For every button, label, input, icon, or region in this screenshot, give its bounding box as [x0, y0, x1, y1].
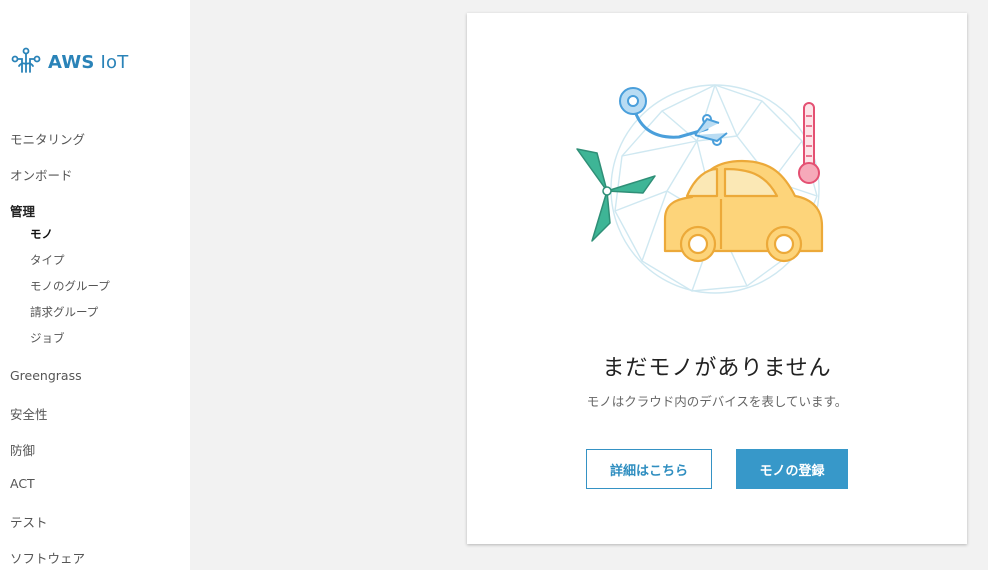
- empty-state-subtitle: モノはクラウド内のデバイスを表しています。: [586, 394, 848, 409]
- learn-more-button[interactable]: 詳細はこちら: [586, 449, 712, 489]
- nav-defend[interactable]: 防御: [10, 440, 35, 459]
- brand-name: AWS IoT: [48, 51, 129, 73]
- nav-sub-types[interactable]: タイプ: [30, 252, 65, 268]
- nav-sub-things[interactable]: モノ: [30, 226, 53, 242]
- nav-sub-jobs[interactable]: ジョブ: [30, 330, 65, 346]
- nav-act[interactable]: ACT: [10, 476, 35, 491]
- aws-iot-logo-icon: [10, 46, 42, 78]
- brand[interactable]: AWS IoT: [10, 46, 128, 78]
- iot-things-illustration-icon: [567, 71, 837, 305]
- nav-software[interactable]: ソフトウェア: [10, 548, 85, 567]
- nav-onboard[interactable]: オンボード: [10, 165, 73, 184]
- nav-monitoring[interactable]: モニタリング: [10, 129, 85, 148]
- empty-state-card: まだモノがありません モノはクラウド内のデバイスを表しています。 詳細はこちら …: [467, 13, 967, 544]
- nav-test[interactable]: テスト: [10, 512, 48, 531]
- nav-greengrass[interactable]: Greengrass: [10, 368, 82, 383]
- nav-manage[interactable]: 管理: [10, 201, 35, 220]
- sidebar: AWS IoT モニタリング オンボード 管理 モノ タイプ モノのグループ 請…: [0, 0, 190, 570]
- nav-security[interactable]: 安全性: [10, 404, 48, 423]
- nav-sub-billing-groups[interactable]: 請求グループ: [30, 304, 98, 320]
- nav-sub-thing-groups[interactable]: モノのグループ: [30, 278, 110, 294]
- empty-state-title: まだモノがありません: [602, 356, 832, 381]
- register-thing-button[interactable]: モノの登録: [736, 449, 848, 489]
